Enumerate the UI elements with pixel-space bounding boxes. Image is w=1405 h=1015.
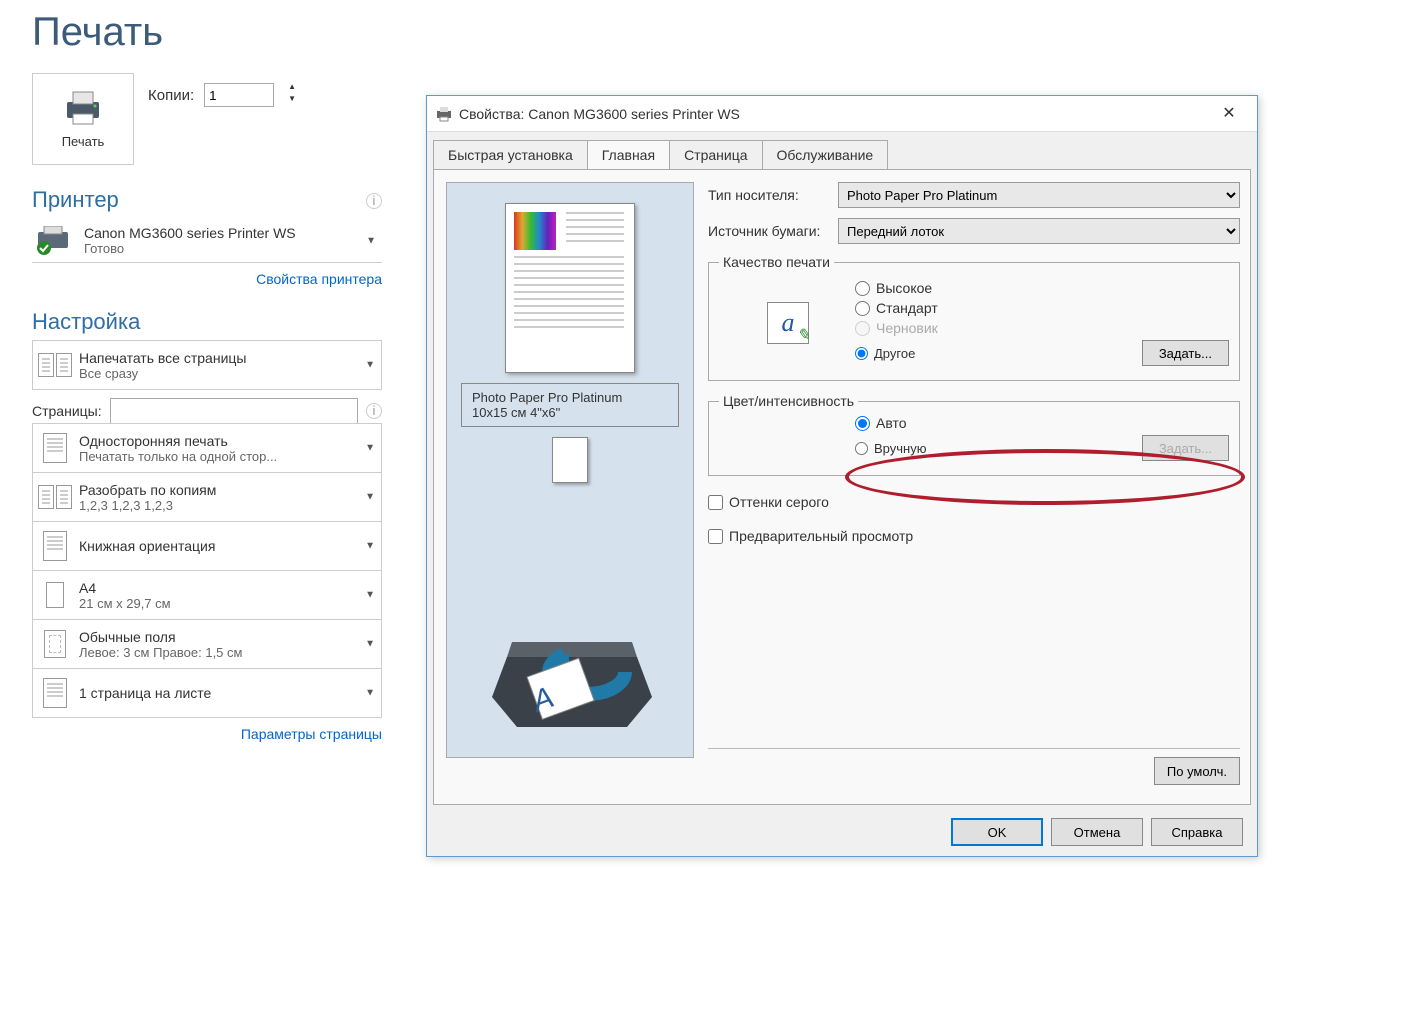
- chevron-down-icon: ▼: [365, 443, 375, 454]
- print-backstage-panel: Печать Печать Копии: ▲ ▼ Принтер i: [32, 10, 382, 742]
- pages-label: Страницы:: [32, 403, 102, 419]
- info-icon[interactable]: i: [366, 193, 382, 209]
- color-radio-manual[interactable]: [855, 442, 868, 455]
- printer-section-heading: Принтер i: [32, 187, 382, 213]
- preview-media-label: Photo Paper Pro Platinum 10x15 см 4"x6": [461, 383, 679, 427]
- grayscale-checkbox[interactable]: [708, 495, 723, 510]
- printer-icon: [61, 90, 105, 126]
- printer-dropdown[interactable]: Canon MG3600 series Printer WS Готово ▼: [32, 219, 382, 263]
- page-title: Печать: [32, 10, 382, 55]
- chevron-down-icon: ▼: [365, 639, 375, 650]
- close-button[interactable]: ✕: [1209, 100, 1249, 128]
- printer-properties-dialog: Свойства: Canon MG3600 series Printer WS…: [426, 95, 1258, 857]
- quality-icon: a✎: [767, 302, 809, 344]
- sides-dropdown[interactable]: Односторонняя печать Печатать только на …: [32, 423, 382, 473]
- main-controls: Тип носителя: Photo Paper Pro Platinum И…: [708, 182, 1240, 562]
- tab-quick-setup[interactable]: Быстрая установка: [433, 140, 588, 169]
- copies-label: Копии:: [148, 87, 194, 104]
- settings-heading: Настройка: [32, 309, 382, 335]
- margins-icon: [44, 630, 66, 658]
- margins-dropdown[interactable]: Обычные поля Левое: 3 см Правое: 1,5 см …: [32, 619, 382, 669]
- help-button[interactable]: Справка: [1151, 818, 1243, 846]
- dialog-title: Свойства: Canon MG3600 series Printer WS: [453, 106, 1209, 122]
- collate-dropdown[interactable]: Разобрать по копиям 1,2,3 1,2,3 1,2,3 ▼: [32, 472, 382, 522]
- quality-radio-other[interactable]: [855, 347, 868, 360]
- copies-input[interactable]: [204, 83, 274, 107]
- color-fieldset: Цвет/интенсивность Авто Вручную Задать..…: [708, 393, 1240, 476]
- printer-illustration: A: [477, 607, 667, 747]
- paper-size-dropdown[interactable]: A4 21 см x 29,7 см ▼: [32, 570, 382, 620]
- tab-panel-main: Photo Paper Pro Platinum 10x15 см 4"x6" …: [433, 169, 1251, 805]
- printer-name: Canon MG3600 series Printer WS: [84, 225, 296, 241]
- paper-icon: [46, 582, 64, 608]
- preview-checkbox[interactable]: [708, 529, 723, 544]
- paper-source-select[interactable]: Передний лоток: [838, 218, 1240, 244]
- tab-maintenance[interactable]: Обслуживание: [762, 140, 889, 169]
- defaults-button[interactable]: По умолч.: [1154, 757, 1240, 785]
- quality-radio-high[interactable]: [855, 281, 870, 296]
- chevron-down-icon: ▼: [365, 688, 375, 699]
- quality-radio-draft: [855, 321, 870, 336]
- copies-down[interactable]: ▼: [284, 95, 300, 107]
- paper-source-label: Источник бумаги:: [708, 223, 838, 239]
- chevron-down-icon: ▼: [365, 590, 375, 601]
- color-set-button: Задать...: [1142, 435, 1229, 461]
- page-setup-link[interactable]: Параметры страницы: [32, 726, 382, 742]
- printer-status-icon: [34, 226, 74, 256]
- chevron-down-icon: ▼: [365, 360, 375, 371]
- quality-radio-standard[interactable]: [855, 301, 870, 316]
- quality-set-button[interactable]: Задать...: [1142, 340, 1229, 366]
- quality-fieldset: Качество печати a✎ Высокое Стандарт Черн…: [708, 254, 1240, 381]
- info-icon[interactable]: i: [366, 403, 382, 419]
- printer-properties-link[interactable]: Свойства принтера: [32, 271, 382, 287]
- chevron-down-icon: ▼: [366, 235, 376, 246]
- paper-preview: [505, 203, 635, 373]
- ok-button[interactable]: OK: [951, 818, 1043, 846]
- tab-main[interactable]: Главная: [587, 140, 670, 169]
- orientation-dropdown[interactable]: Книжная ориентация ▼: [32, 521, 382, 571]
- media-type-label: Тип носителя:: [708, 187, 838, 203]
- tab-page[interactable]: Страница: [669, 140, 762, 169]
- color-radio-auto[interactable]: [855, 416, 870, 431]
- cancel-button[interactable]: Отмена: [1051, 818, 1143, 846]
- paper-size-thumbnail: [552, 437, 588, 483]
- chevron-down-icon: ▼: [365, 492, 375, 503]
- titlebar: Свойства: Canon MG3600 series Printer WS…: [427, 96, 1257, 132]
- printer-status: Готово: [84, 241, 296, 256]
- printer-icon: [435, 106, 453, 122]
- color-swatch-icon: [514, 212, 556, 250]
- preview-panel: Photo Paper Pro Platinum 10x15 см 4"x6" …: [446, 182, 694, 758]
- media-type-select[interactable]: Photo Paper Pro Platinum: [838, 182, 1240, 208]
- tab-strip: Быстрая установка Главная Страница Обслу…: [427, 132, 1257, 169]
- chevron-down-icon: ▼: [365, 541, 375, 552]
- print-button[interactable]: Печать: [32, 73, 134, 165]
- pages-input[interactable]: [110, 398, 358, 424]
- pages-per-sheet-dropdown[interactable]: 1 страница на листе ▼: [32, 668, 382, 718]
- print-range-dropdown[interactable]: Напечатать все страницы Все сразу ▼: [32, 340, 382, 390]
- print-button-label: Печать: [62, 134, 105, 149]
